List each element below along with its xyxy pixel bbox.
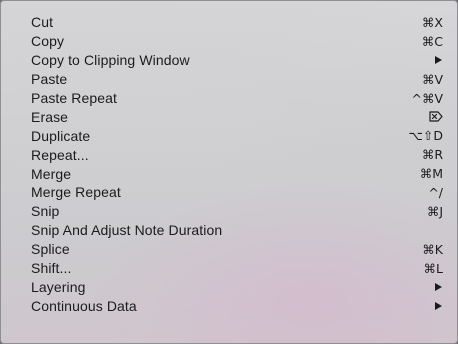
menu-item-copy[interactable]: Copy ⌘C (1, 32, 457, 51)
menu-item-layering[interactable]: Layering (1, 277, 457, 296)
shortcut-label: ⌘R (421, 147, 443, 163)
menu-item-label: Merge Repeat (31, 184, 121, 201)
menu-item-cut[interactable]: Cut ⌘X (1, 13, 457, 32)
menu-item-continuous-data[interactable]: Continuous Data (1, 296, 457, 315)
shortcut-label: ⌘X (421, 14, 443, 30)
submenu-arrow-icon (435, 301, 442, 310)
menu-item-label: Snip (31, 203, 60, 220)
menu-item-label: Merge (31, 165, 72, 182)
submenu-arrow-icon (435, 56, 442, 65)
menu-item-snip-and-adjust-note-duration[interactable]: Snip And Adjust Note Duration (1, 221, 457, 240)
menu-item-copy-to-clipping-window[interactable]: Copy to Clipping Window (1, 51, 457, 70)
menu-item-merge-repeat[interactable]: Merge Repeat ^/ (1, 183, 457, 202)
edit-context-menu: Cut ⌘X Copy ⌘C Copy to Clipping Window P… (0, 0, 458, 344)
menu-item-splice[interactable]: Splice ⌘K (1, 240, 457, 259)
shortcut-label: ⌘L (423, 260, 443, 276)
menu-item-paste[interactable]: Paste ⌘V (1, 70, 457, 89)
menu-item-shift[interactable]: Shift... ⌘L (1, 259, 457, 278)
shortcut-label: ^⌘V (411, 90, 443, 106)
menu-item-label: Erase (31, 108, 69, 125)
menu-item-label: Cut (31, 14, 54, 31)
menu-item-label: Continuous Data (31, 297, 137, 314)
menu-item-repeat[interactable]: Repeat... ⌘R (1, 145, 457, 164)
shortcut-label: ⌘C (421, 33, 443, 49)
menu-item-label: Snip And Adjust Note Duration (31, 222, 223, 239)
menu-item-label: Paste Repeat (31, 90, 118, 106)
shortcut-label: ⌥⇧D (408, 128, 443, 144)
menu-item-label: Layering (31, 278, 86, 295)
menu-item-label: Paste (31, 71, 68, 88)
delete-forward-icon (429, 111, 443, 122)
menu-list: Cut ⌘X Copy ⌘C Copy to Clipping Window P… (1, 13, 457, 315)
menu-item-snip[interactable]: Snip ⌘J (1, 202, 457, 221)
menu-item-merge[interactable]: Merge ⌘M (1, 164, 457, 183)
menu-item-label: Splice (31, 241, 70, 258)
menu-item-label: Repeat... (31, 146, 89, 163)
shortcut-label: ⌘M (419, 166, 443, 182)
menu-item-erase[interactable]: Erase (1, 107, 457, 126)
shortcut-label: ^/ (428, 184, 443, 200)
menu-item-label: Copy to Clipping Window (31, 52, 190, 69)
submenu-arrow-icon (435, 282, 442, 291)
menu-item-label: Shift... (31, 260, 72, 277)
shortcut-label: ⌘K (422, 241, 443, 257)
menu-item-paste-repeat[interactable]: Paste Repeat ^⌘V (1, 89, 457, 108)
menu-item-label: Duplicate (31, 127, 91, 144)
menu-item-label: Copy (31, 33, 65, 50)
shortcut-label: ⌘J (426, 203, 443, 219)
menu-item-duplicate[interactable]: Duplicate ⌥⇧D (1, 126, 457, 145)
shortcut-label: ⌘V (421, 71, 443, 87)
